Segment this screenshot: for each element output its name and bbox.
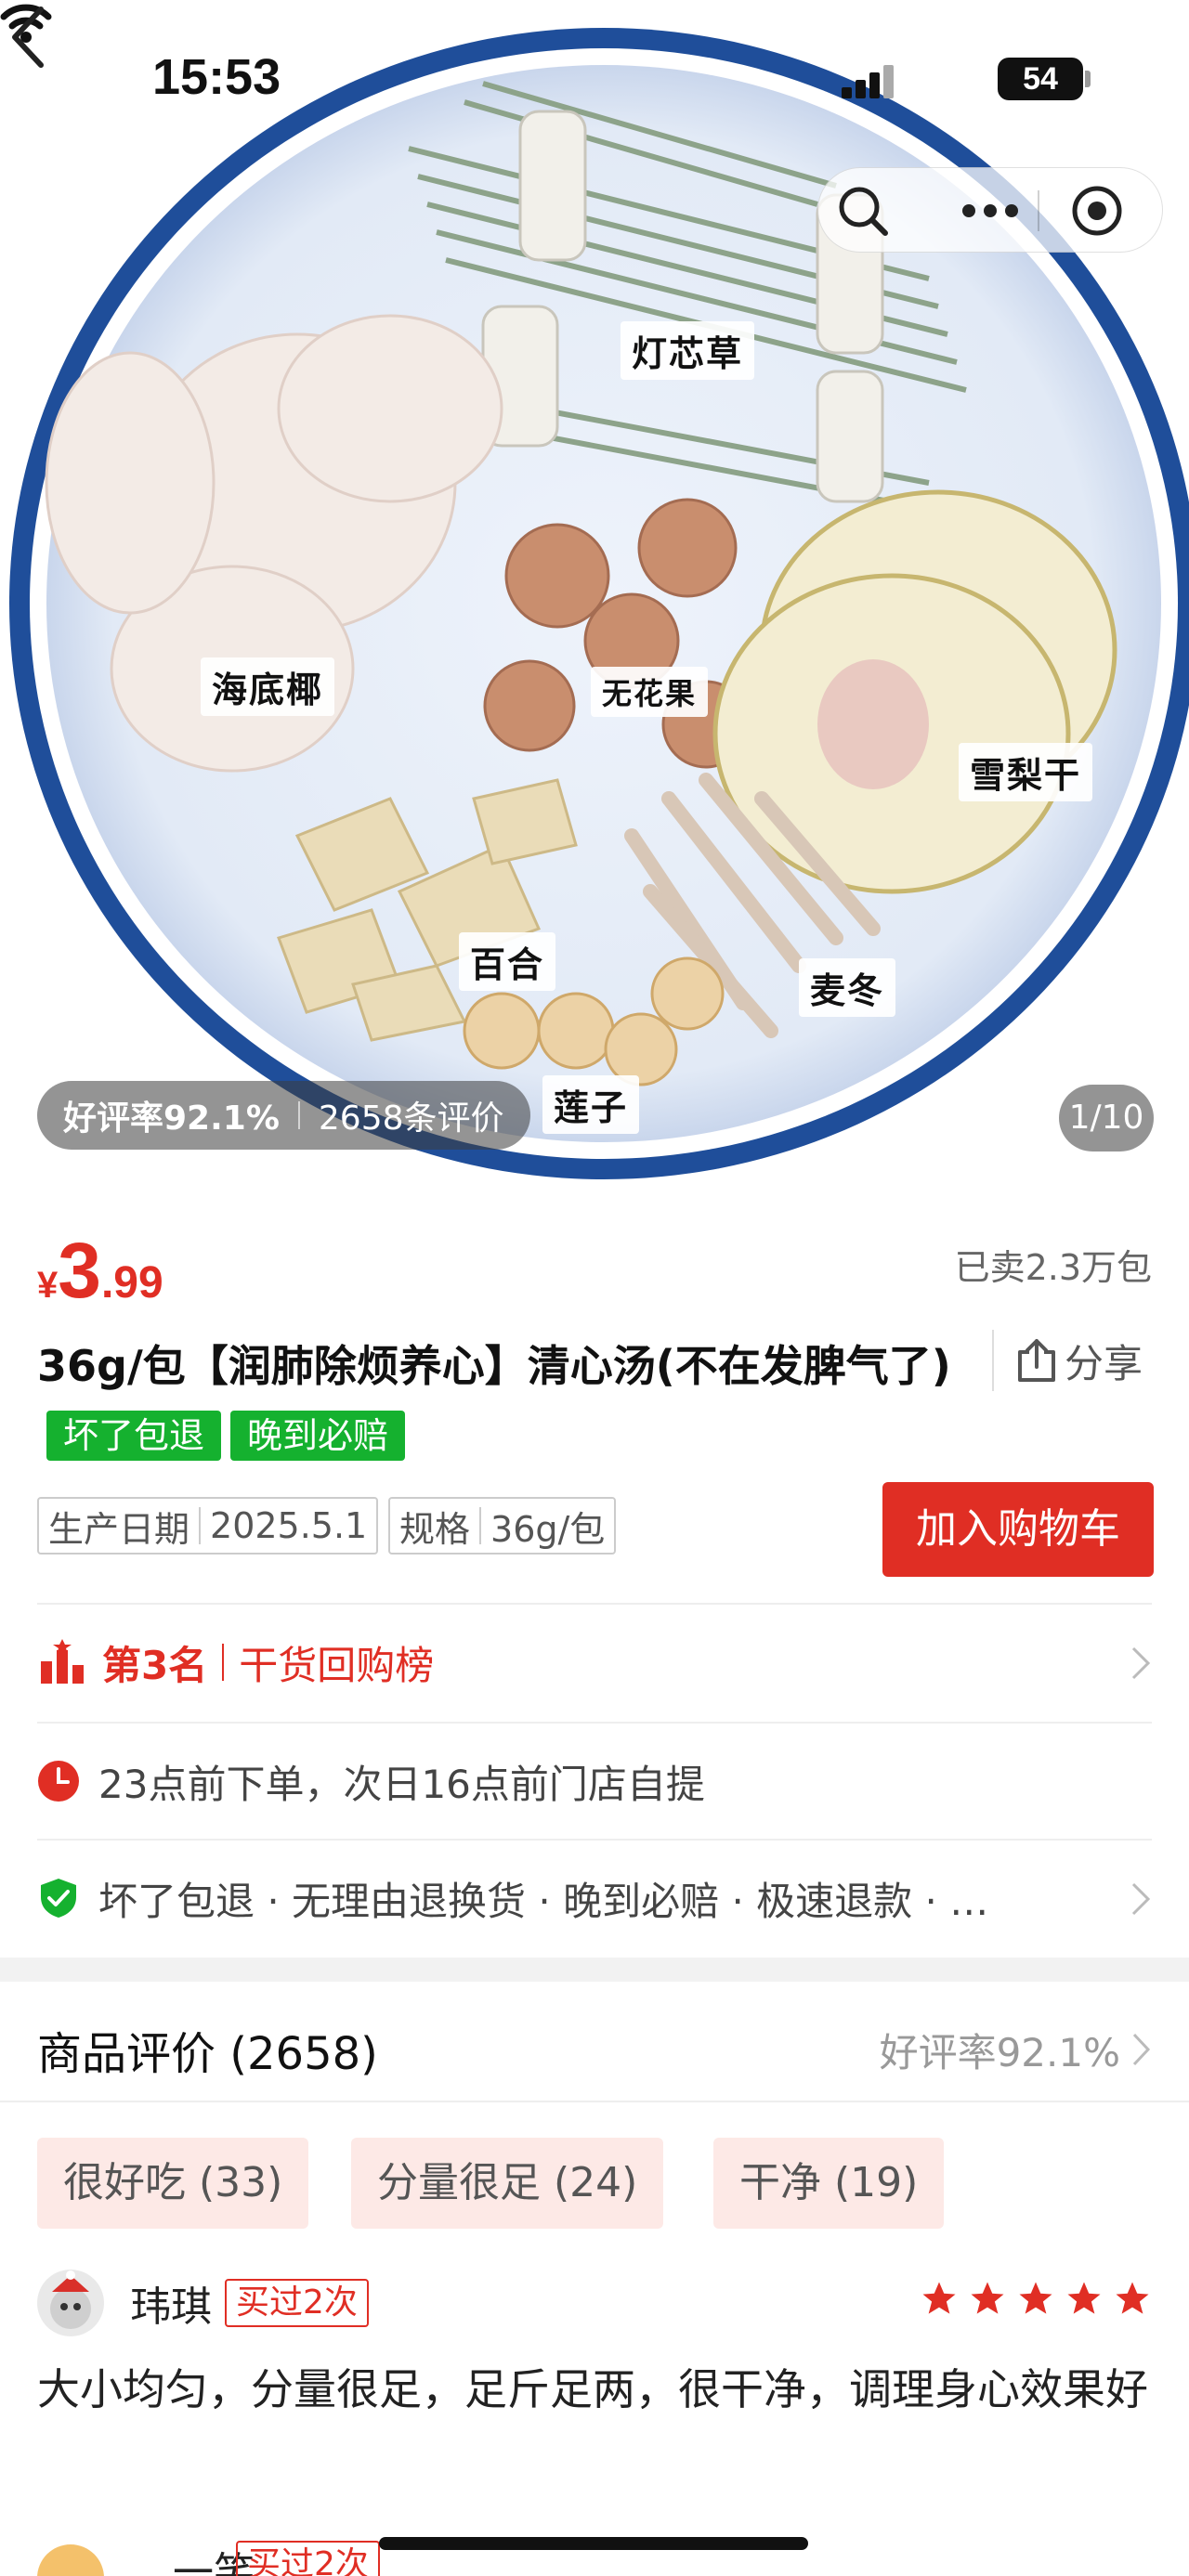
avatar xyxy=(37,2544,104,2576)
pickup-row: 23点前下单，次日16点前门店自提 xyxy=(37,1722,1152,1839)
image-counter: 1/10 xyxy=(1059,1085,1154,1151)
spec-key: 规格 xyxy=(399,1508,471,1550)
home-indicator xyxy=(379,2537,808,2550)
avatar xyxy=(37,2270,104,2336)
back-button[interactable] xyxy=(0,0,56,74)
guarantee-text: 坏了包退 · 无理由退换货 · 晚到必赔 · 极速退款 · … xyxy=(98,1878,989,1924)
rank-row[interactable]: 第3名 干货回购榜 xyxy=(37,1603,1152,1720)
product-title: 36g/包【润肺除烦养心】清心汤(不在发脾气了) 坏了包退 晚到必赔 xyxy=(37,1330,985,1475)
shield-icon xyxy=(41,1879,76,1918)
sold-count: 已卖2.3万包 xyxy=(954,1247,1152,1288)
price-integer: 3 xyxy=(58,1227,101,1314)
reviews-good-rate: 好评率92.1% xyxy=(880,2022,1152,2078)
close-target-icon[interactable] xyxy=(1069,183,1125,239)
purchase-badge: 买过2次 xyxy=(236,2541,380,2576)
divider xyxy=(0,2101,1189,2102)
price-decimal: .99 xyxy=(100,1258,163,1308)
herb-label: 百合 xyxy=(459,932,556,991)
reviews-header[interactable]: 商品评价 (2658) 好评率92.1% xyxy=(37,2008,1152,2091)
herb-label: 麦冬 xyxy=(799,958,896,1017)
spec-size: 规格 36g/包 xyxy=(388,1497,617,1555)
share-button[interactable]: 分享 xyxy=(992,1330,1143,1391)
review-tag-chip[interactable]: 很好吃 (33) xyxy=(37,2138,309,2229)
tag-late-compensate: 晚到必赔 xyxy=(230,1411,406,1461)
share-label: 分享 xyxy=(1065,1340,1143,1386)
clock-icon xyxy=(38,1761,79,1802)
herb-label: 莲子 xyxy=(542,1075,640,1134)
spec-value: 36g/包 xyxy=(490,1508,606,1550)
add-to-cart-button[interactable]: 加入购物车 xyxy=(882,1482,1154,1577)
battery-tip xyxy=(1085,71,1091,87)
star-icon xyxy=(1019,2282,1052,2314)
battery-icon: 54 xyxy=(998,58,1083,100)
star-icon xyxy=(1067,2282,1101,2314)
chevron-right-icon xyxy=(1131,1882,1151,1916)
star-icon xyxy=(922,2282,956,2314)
reviewer-name: 玮琪 xyxy=(130,2283,212,2331)
capsule-divider xyxy=(1038,190,1039,231)
mini-program-capsule xyxy=(817,167,1163,253)
herb-label: 雪梨干 xyxy=(959,743,1093,801)
review-count-label: 2658条评价 xyxy=(318,1099,504,1138)
search-icon[interactable] xyxy=(833,181,893,241)
rank-bar-icon xyxy=(41,1639,84,1684)
star-icon xyxy=(971,2282,1004,2314)
product-title-text: 36g/包【润肺除烦养心】清心汤(不在发脾气了) xyxy=(37,1341,951,1391)
price: ¥3.99 xyxy=(37,1226,163,1316)
good-rate-text: 好评率92.1% xyxy=(879,2029,1120,2075)
herb-label: 海底椰 xyxy=(201,657,335,716)
herb-label: 无花果 xyxy=(591,667,709,717)
chevron-right-icon xyxy=(1131,1646,1151,1680)
tag-bad-refund: 坏了包退 xyxy=(46,1411,222,1461)
signal-icon xyxy=(842,61,894,98)
more-icon[interactable] xyxy=(958,200,1023,222)
price-currency: ¥ xyxy=(37,1265,59,1306)
section-gap xyxy=(0,1958,1189,1982)
spec-production-date: 生产日期 2025.5.1 xyxy=(37,1497,379,1555)
review-tag-chip[interactable]: 干净 (19) xyxy=(713,2138,945,2229)
purchase-badge: 买过2次 xyxy=(225,2279,369,2327)
rating-pill[interactable]: 好评率92.1% 2658条评价 xyxy=(37,1081,530,1150)
herb-label: 灯芯草 xyxy=(621,321,755,380)
rating-label: 好评率92.1% xyxy=(63,1099,280,1138)
chevron-right-icon xyxy=(1132,2033,1151,2066)
spec-value: 2025.5.1 xyxy=(210,1505,368,1546)
reviews-heading: 商品评价 (2658) xyxy=(37,2028,378,2080)
pickup-text: 23点前下单，次日16点前门店自提 xyxy=(98,1761,705,1807)
product-image-gallery[interactable]: 灯芯草 海底椰 无花果 雪梨干 百合 麦冬 莲子 15:53 54 好评率92.… xyxy=(0,0,1189,1190)
review-tag-chip[interactable]: 分量很足 (24) xyxy=(351,2138,664,2229)
star-rating xyxy=(910,2279,1152,2318)
guarantee-row[interactable]: 坏了包退 · 无理由退换货 · 晚到必赔 · 极速退款 · … xyxy=(37,1839,1152,1956)
pill-divider xyxy=(297,1101,300,1129)
share-icon xyxy=(1018,1339,1055,1382)
status-time: 15:53 xyxy=(152,49,281,105)
rank-list-name: 干货回购榜 xyxy=(239,1642,435,1688)
star-icon xyxy=(1116,2282,1149,2314)
rank-divider xyxy=(222,1644,225,1681)
spec-key: 生产日期 xyxy=(48,1508,190,1550)
rank-position: 第3名 xyxy=(102,1642,208,1688)
review-item: 玮琪 买过2次 xyxy=(37,2266,1152,2340)
review-text: 大小均匀，分量很足，足斤足两，很干净，调理身心效果好 xyxy=(37,2364,1148,2414)
